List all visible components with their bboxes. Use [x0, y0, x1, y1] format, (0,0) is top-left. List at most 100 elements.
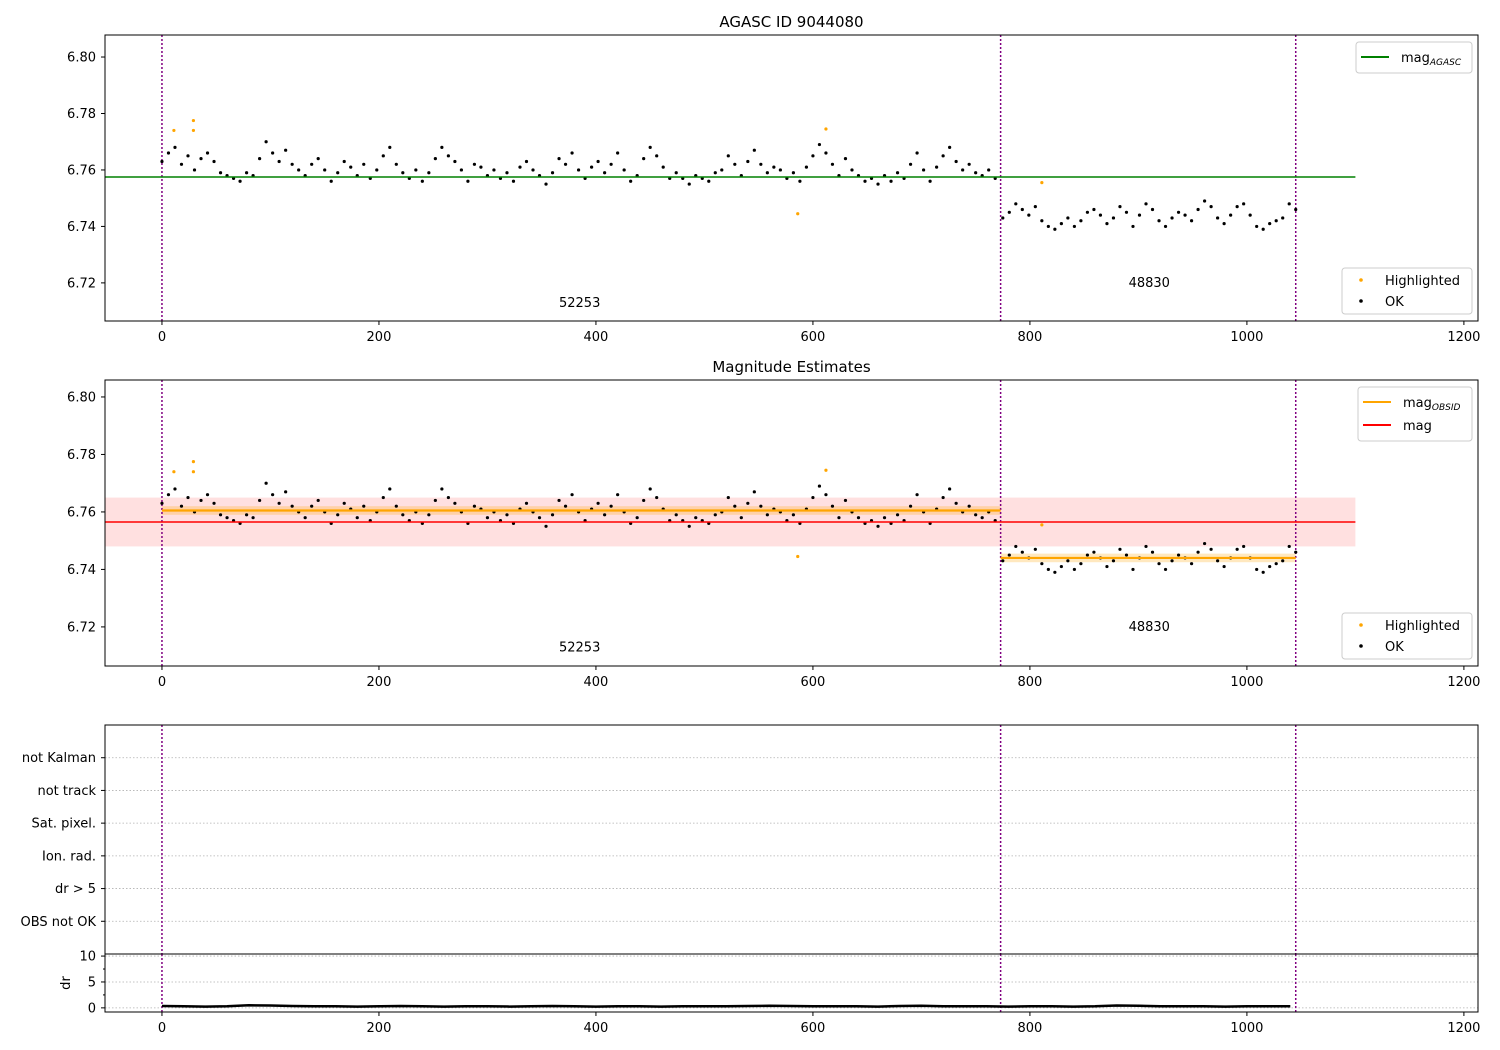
ok-point [1020, 207, 1024, 212]
legend-entry-subscript: OBSID [1432, 403, 1461, 413]
ok-point [414, 168, 418, 172]
ok-point [895, 513, 900, 517]
ok-point [277, 159, 281, 164]
highlighted-point [824, 127, 828, 131]
ok-point [258, 157, 262, 161]
ok-point [1150, 207, 1155, 212]
ok-point [1202, 199, 1207, 203]
legend-marker-swatch [1359, 644, 1363, 648]
ok-point [1105, 564, 1109, 569]
ok-point [1268, 564, 1272, 569]
ok-point [271, 493, 275, 497]
ok-point [1053, 570, 1057, 574]
ok-point [186, 495, 190, 500]
ok-point [362, 162, 366, 166]
ok-point [1033, 205, 1037, 209]
ok-point [1268, 221, 1272, 226]
ok-point [1235, 547, 1239, 551]
legend-entry-subscript: AGASC [1429, 58, 1462, 68]
ok-point [1066, 216, 1070, 220]
ok-point [1150, 550, 1155, 554]
ok-point [954, 501, 958, 505]
x-tick-label: 200 [367, 330, 392, 345]
ok-point [375, 168, 379, 172]
panel-2: 52253 48830 Magnitude Estimates 6.72 6.74 6.7… [67, 358, 1480, 690]
ok-point [1105, 221, 1109, 226]
ok-point [518, 165, 522, 169]
y-tick-label: 10 [79, 950, 96, 965]
ok-point [1248, 213, 1252, 217]
ok-point [179, 162, 184, 166]
figure: 52253 48830 AGASC ID 9044080 6.72 6.74 6.76 6.… [21, 13, 1481, 1036]
ok-point [1059, 564, 1063, 569]
ok-point [310, 162, 314, 166]
ok-point [1229, 213, 1233, 217]
highlighted-point [796, 554, 800, 559]
x-tick-label: 200 [367, 1021, 392, 1036]
ok-point [342, 159, 346, 164]
segment-label: 48830 [1129, 276, 1170, 291]
ok-point [277, 501, 281, 505]
ok-point [1209, 547, 1213, 551]
ok-point [290, 504, 294, 508]
panel-1: 52253 48830 AGASC ID 9044080 6.72 6.74 6.76 6.… [67, 13, 1480, 345]
ok-point [531, 168, 535, 172]
ok-point [492, 168, 496, 172]
ok-point [1066, 559, 1070, 563]
ok-point [349, 165, 353, 169]
ok-point [1176, 553, 1181, 557]
ok-point [830, 162, 835, 166]
ok-point [1131, 224, 1135, 229]
highlighted-point [191, 118, 196, 123]
ok-point [225, 516, 229, 520]
ok-point [863, 179, 867, 183]
ok-point [596, 159, 600, 164]
x-tick-label: 0 [158, 1021, 166, 1036]
ok-point [707, 179, 711, 183]
highlighted-point [796, 212, 800, 216]
ok-point [720, 168, 724, 172]
ok-point [160, 159, 164, 164]
x-tick-label: 0 [158, 330, 166, 345]
highlighted-point [172, 470, 176, 474]
ok-point [453, 159, 457, 164]
y-tick-label: OBS not OK [21, 915, 97, 930]
ok-point [1287, 544, 1291, 549]
y-tick-label: 0 [88, 1001, 96, 1016]
y-tick-label: 6.76 [67, 163, 96, 178]
ok-point [297, 168, 301, 172]
legend-entry-name: mag [1401, 51, 1430, 66]
axes-frame [104, 724, 1479, 955]
ok-point [765, 171, 769, 175]
x-tick-label: 800 [1018, 675, 1043, 690]
ok-point [1111, 559, 1116, 563]
ok-point [733, 162, 737, 166]
ok-point [1189, 219, 1194, 223]
ok-point [1001, 216, 1005, 220]
ok-point [687, 182, 691, 186]
ok-point [746, 159, 750, 164]
ok-point [388, 145, 392, 149]
ok-point [1294, 550, 1298, 554]
y-tick-label: dr > 5 [55, 882, 96, 897]
ok-point [205, 151, 210, 155]
ok-point [1040, 562, 1044, 566]
legend-marker-swatch [1359, 623, 1363, 627]
ok-point [791, 171, 795, 175]
ok-point [609, 162, 613, 166]
x-tick-label: 600 [801, 675, 826, 690]
ok-point [961, 168, 965, 172]
ok-point [557, 157, 561, 161]
ok-point [251, 516, 255, 520]
ok-point [179, 504, 184, 508]
ok-point [915, 151, 919, 155]
ok-point [1092, 207, 1096, 212]
ok-point [674, 513, 678, 517]
ok-point [433, 157, 437, 161]
ok-point [648, 145, 652, 149]
ok-point [524, 159, 529, 164]
ok-point [687, 524, 691, 528]
legend-entry-text: Highlighted [1385, 619, 1460, 634]
ok-point [244, 171, 249, 175]
ok-point [563, 504, 568, 508]
